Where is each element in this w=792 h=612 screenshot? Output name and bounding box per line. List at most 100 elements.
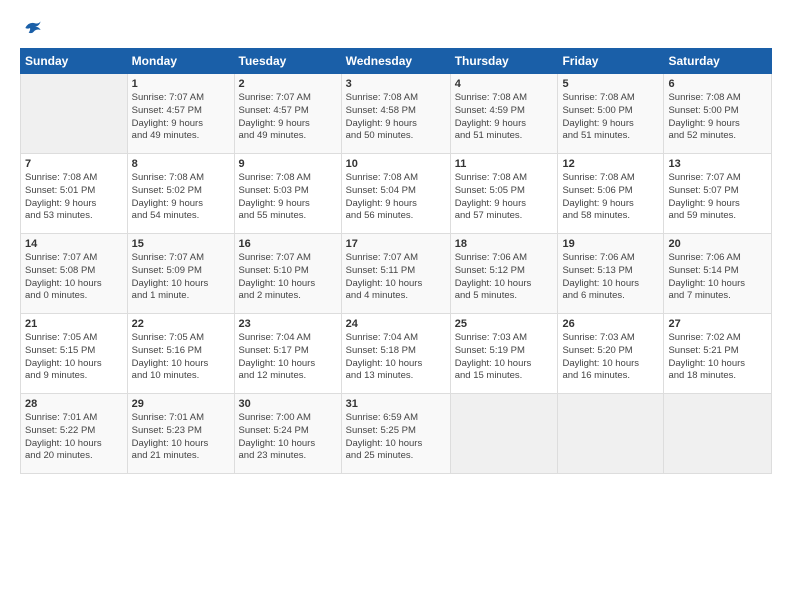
day-number: 3 — [346, 78, 446, 90]
day-number: 21 — [25, 318, 123, 330]
calendar-cell: 6 Sunrise: 7:08 AM Sunset: 5:00 PM Daylig… — [664, 74, 772, 154]
header-row: SundayMondayTuesdayWednesdayThursdayFrid… — [21, 49, 772, 74]
day-number: 29 — [132, 398, 230, 410]
day-info: Sunrise: 7:05 AM Sunset: 5:15 PM Dayligh… — [25, 332, 123, 383]
day-number: 5 — [562, 78, 659, 90]
day-number: 1 — [132, 78, 230, 90]
day-number: 26 — [562, 318, 659, 330]
day-number: 27 — [668, 318, 767, 330]
day-number: 20 — [668, 238, 767, 250]
day-number: 30 — [239, 398, 337, 410]
logo-bird-icon — [22, 18, 42, 38]
day-number: 10 — [346, 158, 446, 170]
day-info: Sunrise: 7:07 AM Sunset: 5:10 PM Dayligh… — [239, 252, 337, 303]
day-info: Sunrise: 7:07 AM Sunset: 5:09 PM Dayligh… — [132, 252, 230, 303]
calendar-cell: 2Sunrise: 7:07 AM Sunset: 4:57 PM Daylig… — [234, 74, 341, 154]
day-number: 28 — [25, 398, 123, 410]
calendar-cell — [21, 74, 128, 154]
day-info: Sunrise: 7:06 AM Sunset: 5:12 PM Dayligh… — [455, 252, 554, 303]
header-monday: Monday — [127, 49, 234, 74]
calendar-cell: 21 Sunrise: 7:05 AM Sunset: 5:15 PM Dayli… — [21, 314, 128, 394]
day-number: 15 — [132, 238, 230, 250]
day-number: 2 — [239, 78, 337, 90]
day-info: Sunrise: 7:08 AM Sunset: 5:03 PM Dayligh… — [239, 172, 337, 223]
calendar-cell: 27 Sunrise: 7:02 AM Sunset: 5:21 PM Dayli… — [664, 314, 772, 394]
day-info: Sunrise: 7:04 AM Sunset: 5:18 PM Dayligh… — [346, 332, 446, 383]
day-number: 4 — [455, 78, 554, 90]
week-row-3: 14Sunrise: 7:07 AM Sunset: 5:08 PM Dayli… — [21, 234, 772, 314]
day-info: Sunrise: 6:59 AM Sunset: 5:25 PM Dayligh… — [346, 412, 446, 463]
calendar-cell: 22Sunrise: 7:05 AM Sunset: 5:16 PM Dayli… — [127, 314, 234, 394]
day-number: 24 — [346, 318, 446, 330]
day-number: 8 — [132, 158, 230, 170]
day-number: 18 — [455, 238, 554, 250]
day-number: 7 — [25, 158, 123, 170]
calendar-cell: 9 Sunrise: 7:08 AM Sunset: 5:03 PM Daylig… — [234, 154, 341, 234]
day-number: 31 — [346, 398, 446, 410]
calendar-cell: 14Sunrise: 7:07 AM Sunset: 5:08 PM Dayli… — [21, 234, 128, 314]
calendar-cell: 13 Sunrise: 7:07 AM Sunset: 5:07 PM Dayli… — [664, 154, 772, 234]
calendar-cell: 24 Sunrise: 7:04 AM Sunset: 5:18 PM Dayli… — [341, 314, 450, 394]
day-number: 13 — [668, 158, 767, 170]
day-info: Sunrise: 7:08 AM Sunset: 4:58 PM Dayligh… — [346, 92, 446, 143]
day-info: Sunrise: 7:07 AM Sunset: 5:11 PM Dayligh… — [346, 252, 446, 303]
header-tuesday: Tuesday — [234, 49, 341, 74]
calendar-cell: 8 Sunrise: 7:08 AM Sunset: 5:02 PM Daylig… — [127, 154, 234, 234]
calendar-cell: 30Sunrise: 7:00 AM Sunset: 5:24 PM Dayli… — [234, 394, 341, 474]
calendar-cell: 18 Sunrise: 7:06 AM Sunset: 5:12 PM Dayli… — [450, 234, 558, 314]
calendar-cell: 23Sunrise: 7:04 AM Sunset: 5:17 PM Dayli… — [234, 314, 341, 394]
calendar-cell: 16 Sunrise: 7:07 AM Sunset: 5:10 PM Dayli… — [234, 234, 341, 314]
day-number: 6 — [668, 78, 767, 90]
calendar-cell: 12Sunrise: 7:08 AM Sunset: 5:06 PM Dayli… — [558, 154, 664, 234]
day-info: Sunrise: 7:01 AM Sunset: 5:23 PM Dayligh… — [132, 412, 230, 463]
header-friday: Friday — [558, 49, 664, 74]
day-number: 12 — [562, 158, 659, 170]
calendar-cell: 19 Sunrise: 7:06 AM Sunset: 5:13 PM Dayli… — [558, 234, 664, 314]
day-number: 9 — [239, 158, 337, 170]
calendar-cell — [664, 394, 772, 474]
day-info: Sunrise: 7:08 AM Sunset: 5:01 PM Dayligh… — [25, 172, 123, 223]
day-info: Sunrise: 7:07 AM Sunset: 5:07 PM Dayligh… — [668, 172, 767, 223]
calendar-cell: 7 Sunrise: 7:08 AM Sunset: 5:01 PM Daylig… — [21, 154, 128, 234]
calendar-cell: 28Sunrise: 7:01 AM Sunset: 5:22 PM Dayli… — [21, 394, 128, 474]
day-info: Sunrise: 7:08 AM Sunset: 5:00 PM Dayligh… — [562, 92, 659, 143]
day-number: 11 — [455, 158, 554, 170]
header-wednesday: Wednesday — [341, 49, 450, 74]
week-row-1: 1 Sunrise: 7:07 AM Sunset: 4:57 PM Daylig… — [21, 74, 772, 154]
page-header — [20, 18, 772, 38]
calendar-cell: 5 Sunrise: 7:08 AM Sunset: 5:00 PM Daylig… — [558, 74, 664, 154]
day-info: Sunrise: 7:08 AM Sunset: 5:02 PM Dayligh… — [132, 172, 230, 223]
calendar-cell: 11Sunrise: 7:08 AM Sunset: 5:05 PM Dayli… — [450, 154, 558, 234]
calendar-body: 1 Sunrise: 7:07 AM Sunset: 4:57 PM Daylig… — [21, 74, 772, 474]
day-info: Sunrise: 7:06 AM Sunset: 5:13 PM Dayligh… — [562, 252, 659, 303]
week-row-4: 21 Sunrise: 7:05 AM Sunset: 5:15 PM Dayli… — [21, 314, 772, 394]
calendar-table: SundayMondayTuesdayWednesdayThursdayFrid… — [20, 48, 772, 474]
header-sunday: Sunday — [21, 49, 128, 74]
week-row-2: 7 Sunrise: 7:08 AM Sunset: 5:01 PM Daylig… — [21, 154, 772, 234]
calendar-cell — [450, 394, 558, 474]
day-number: 16 — [239, 238, 337, 250]
day-info: Sunrise: 7:08 AM Sunset: 5:04 PM Dayligh… — [346, 172, 446, 223]
page-container: SundayMondayTuesdayWednesdayThursdayFrid… — [0, 0, 792, 484]
day-info: Sunrise: 7:04 AM Sunset: 5:17 PM Dayligh… — [239, 332, 337, 383]
calendar-cell: 20Sunrise: 7:06 AM Sunset: 5:14 PM Dayli… — [664, 234, 772, 314]
header-saturday: Saturday — [664, 49, 772, 74]
day-info: Sunrise: 7:08 AM Sunset: 4:59 PM Dayligh… — [455, 92, 554, 143]
day-number: 19 — [562, 238, 659, 250]
day-info: Sunrise: 7:07 AM Sunset: 4:57 PM Dayligh… — [132, 92, 230, 143]
day-number: 14 — [25, 238, 123, 250]
calendar-cell: 25Sunrise: 7:03 AM Sunset: 5:19 PM Dayli… — [450, 314, 558, 394]
calendar-cell: 10 Sunrise: 7:08 AM Sunset: 5:04 PM Dayli… — [341, 154, 450, 234]
calendar-header: SundayMondayTuesdayWednesdayThursdayFrid… — [21, 49, 772, 74]
calendar-cell: 3 Sunrise: 7:08 AM Sunset: 4:58 PM Daylig… — [341, 74, 450, 154]
calendar-cell: 26 Sunrise: 7:03 AM Sunset: 5:20 PM Dayli… — [558, 314, 664, 394]
day-number: 25 — [455, 318, 554, 330]
day-info: Sunrise: 7:03 AM Sunset: 5:20 PM Dayligh… — [562, 332, 659, 383]
day-info: Sunrise: 7:08 AM Sunset: 5:00 PM Dayligh… — [668, 92, 767, 143]
day-info: Sunrise: 7:02 AM Sunset: 5:21 PM Dayligh… — [668, 332, 767, 383]
calendar-cell: 29 Sunrise: 7:01 AM Sunset: 5:23 PM Dayli… — [127, 394, 234, 474]
calendar-cell: 4 Sunrise: 7:08 AM Sunset: 4:59 PM Daylig… — [450, 74, 558, 154]
calendar-cell: 1 Sunrise: 7:07 AM Sunset: 4:57 PM Daylig… — [127, 74, 234, 154]
week-row-5: 28Sunrise: 7:01 AM Sunset: 5:22 PM Dayli… — [21, 394, 772, 474]
day-number: 22 — [132, 318, 230, 330]
